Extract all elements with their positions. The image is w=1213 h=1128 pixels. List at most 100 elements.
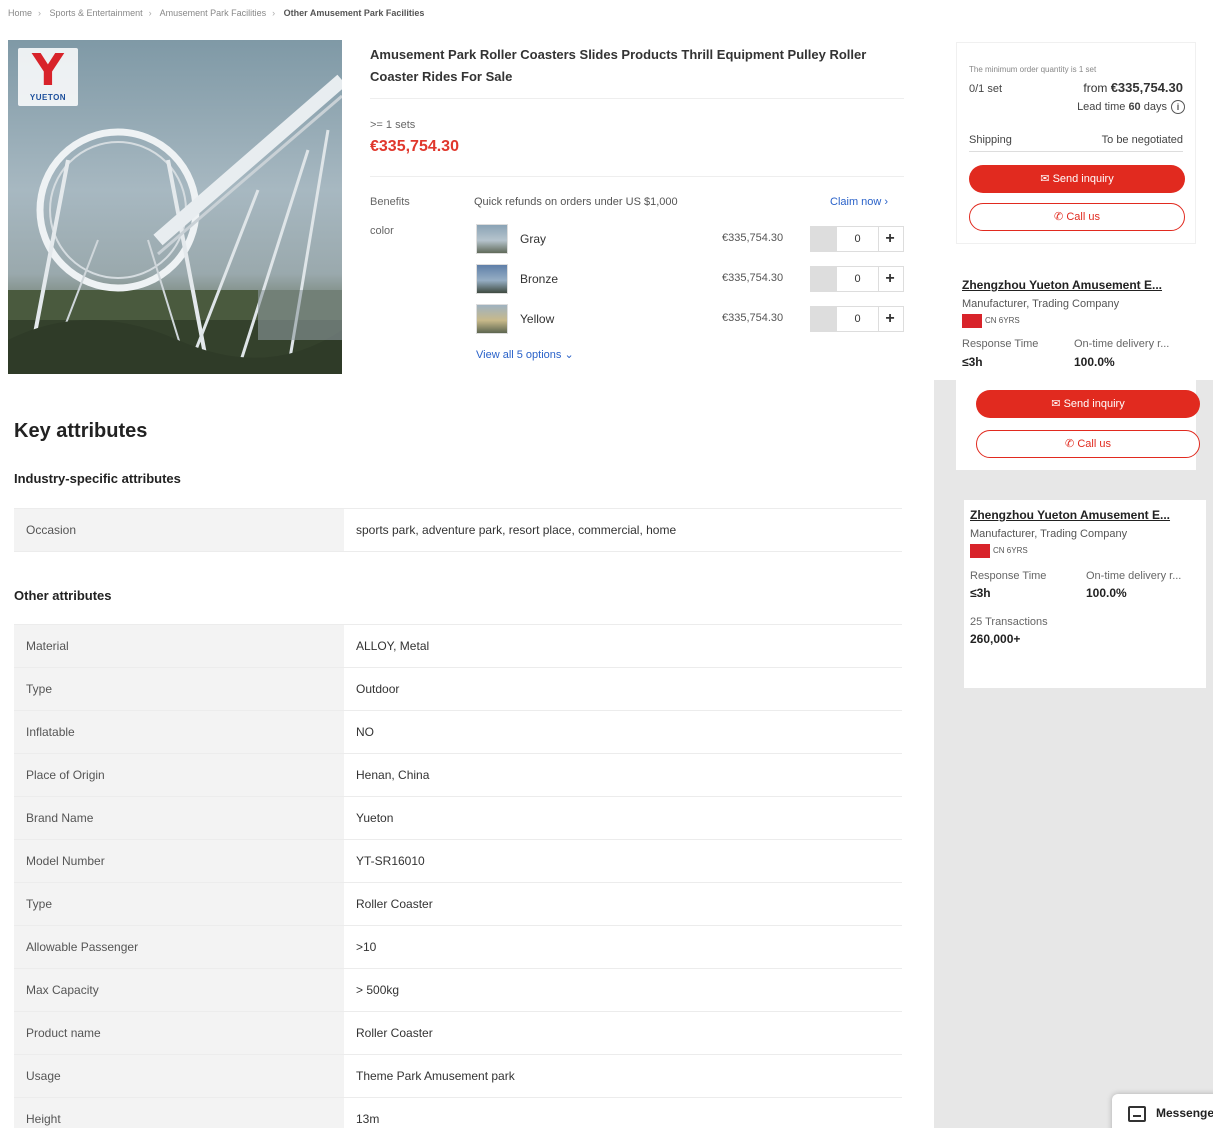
minus-button[interactable] [811, 267, 837, 291]
brand-logo: Y YUETON [18, 48, 78, 106]
supplier-type: Manufacturer, Trading Company [970, 528, 1128, 540]
attribute-value: YT-SR16010 [356, 854, 425, 868]
messenger-label: Messenger [1156, 1106, 1213, 1120]
on-time-delivery-value: 100.0% [1086, 586, 1127, 600]
breadcrumb-amusement[interactable]: Amusement Park Facilities [160, 8, 267, 18]
quantity-input[interactable]: 0 [837, 307, 879, 331]
color-price: €335,754.30 [722, 272, 784, 284]
chevron-right-icon: › [884, 196, 889, 208]
color-thumbnail[interactable] [476, 264, 508, 294]
view-all-label: View all 5 options [476, 349, 562, 361]
plus-button[interactable]: + [877, 227, 903, 251]
divider [969, 151, 1183, 152]
info-icon[interactable]: i [1171, 100, 1185, 114]
from-price-value: €335,754.30 [1110, 80, 1183, 95]
benefits-label: Benefits [370, 196, 410, 208]
attribute-key: Max Capacity [14, 968, 344, 1012]
breadcrumb-separator: › [38, 8, 42, 18]
supplier-name-link[interactable]: Zhengzhou Yueton Amusement E... [970, 508, 1198, 522]
lead-time-value: 60 [1128, 101, 1141, 113]
attribute-key: Model Number [14, 839, 344, 883]
response-time-value: ≤3h [962, 355, 983, 369]
messenger-button[interactable]: Messenger [1112, 1094, 1213, 1128]
product-title: Amusement Park Roller Coasters Slides Pr… [370, 47, 867, 84]
divider [370, 98, 904, 99]
other-attributes-heading: Other attributes [14, 588, 112, 603]
lead-time: Lead time 60 days i [1077, 100, 1185, 114]
table-row: Usage Theme Park Amusement park [14, 1054, 902, 1098]
attribute-key: Product name [14, 1011, 344, 1055]
claim-now-label: Claim now [830, 196, 882, 208]
color-name: Gray [520, 232, 547, 246]
product-main-image[interactable]: Y YUETON [8, 40, 342, 374]
response-time-label: Response Time [970, 570, 1047, 582]
attribute-value: Yueton [356, 811, 394, 825]
quantity-input[interactable]: 0 [837, 227, 879, 251]
attribute-key: Allowable Passenger [14, 925, 344, 969]
product-price: €335,754.30 [370, 138, 459, 155]
attribute-key: Type [14, 667, 344, 711]
minus-button[interactable] [811, 307, 837, 331]
send-inquiry-button[interactable]: ✉ Send inquiry [976, 390, 1200, 418]
plus-button[interactable]: + [877, 307, 903, 331]
divider [370, 176, 904, 177]
quantity-input[interactable]: 0 [837, 267, 879, 291]
attribute-key: Brand Name [14, 796, 344, 840]
table-row: Inflatable NO [14, 710, 902, 754]
message-icon [1128, 1106, 1146, 1122]
quantity-stepper: 0 + [810, 226, 904, 252]
phone-icon: ✆ [1065, 438, 1075, 450]
table-row: Type Roller Coaster [14, 882, 902, 926]
minus-button[interactable] [811, 227, 837, 251]
lead-time-label: Lead time [1077, 101, 1126, 113]
claim-now-link[interactable]: Claim now › [830, 196, 888, 208]
order-card: The minimum order quantity is 1 set 0/1 … [956, 42, 1196, 244]
color-name: Bronze [520, 272, 559, 286]
view-all-options-link[interactable]: View all 5 options ⌄ [476, 348, 574, 361]
table-row: Occasion sports park, adventure park, re… [14, 508, 902, 552]
brand-logo-text: YUETON [29, 93, 67, 102]
transactions-value: 260,000+ [970, 632, 1021, 646]
color-price: €335,754.30 [722, 312, 784, 324]
chevron-down-icon: ⌄ [564, 349, 574, 361]
quantity-stepper: 0 + [810, 266, 904, 292]
response-time-value: ≤3h [970, 586, 991, 600]
color-thumbnail[interactable] [476, 304, 508, 334]
attribute-key: Inflatable [14, 710, 344, 754]
call-us-button[interactable]: ✆ Call us [969, 203, 1185, 231]
attribute-key: Material [14, 624, 344, 668]
benefits-text: Quick refunds on orders under US $1,000 [474, 196, 678, 208]
from-label: from [1083, 81, 1108, 95]
supplier-card: Zhengzhou Yueton Amusement E... Manufact… [956, 270, 1200, 470]
table-row: Place of Origin Henan, China [14, 753, 902, 797]
attribute-value: Roller Coaster [356, 897, 433, 911]
color-option-yellow: Yellow €335,754.30 0 + [476, 304, 906, 334]
call-us-button[interactable]: ✆ Call us [976, 430, 1200, 458]
breadcrumb-current[interactable]: Other Amusement Park Facilities [284, 8, 425, 18]
key-attributes-heading: Key attributes [14, 420, 148, 442]
breadcrumb-sports[interactable]: Sports & Entertainment [50, 8, 143, 18]
attribute-value: Henan, China [356, 768, 430, 782]
attribute-value: Roller Coaster [356, 1026, 433, 1040]
color-thumbnail[interactable] [476, 224, 508, 254]
plus-button[interactable]: + [877, 267, 903, 291]
on-time-delivery-value: 100.0% [1074, 355, 1115, 369]
supplier-name-link[interactable]: Zhengzhou Yueton Amusement E... [962, 278, 1190, 292]
supplier-origin: CN 6YRS [962, 314, 1020, 328]
table-row: Product name Roller Coaster [14, 1011, 902, 1055]
breadcrumb-home[interactable]: Home [8, 8, 32, 18]
sidebar-background [934, 380, 1213, 1128]
response-time-label: Response Time [962, 338, 1039, 350]
table-row: Allowable Passenger >10 [14, 925, 902, 969]
send-inquiry-label: Send inquiry [1063, 398, 1125, 410]
supplier-years: 6YRS [998, 316, 1020, 326]
color-option-gray: Gray €335,754.30 0 + [476, 224, 906, 254]
send-inquiry-button[interactable]: ✉ Send inquiry [969, 165, 1185, 193]
breadcrumb-separator: › [148, 8, 152, 18]
industry-attributes-heading: Industry-specific attributes [14, 471, 181, 486]
country-code: CN [993, 546, 1005, 556]
china-flag-icon [962, 314, 982, 328]
color-option-bronze: Bronze €335,754.30 0 + [476, 264, 906, 294]
call-us-label: Call us [1066, 211, 1100, 223]
attribute-value: > 500kg [356, 983, 400, 997]
